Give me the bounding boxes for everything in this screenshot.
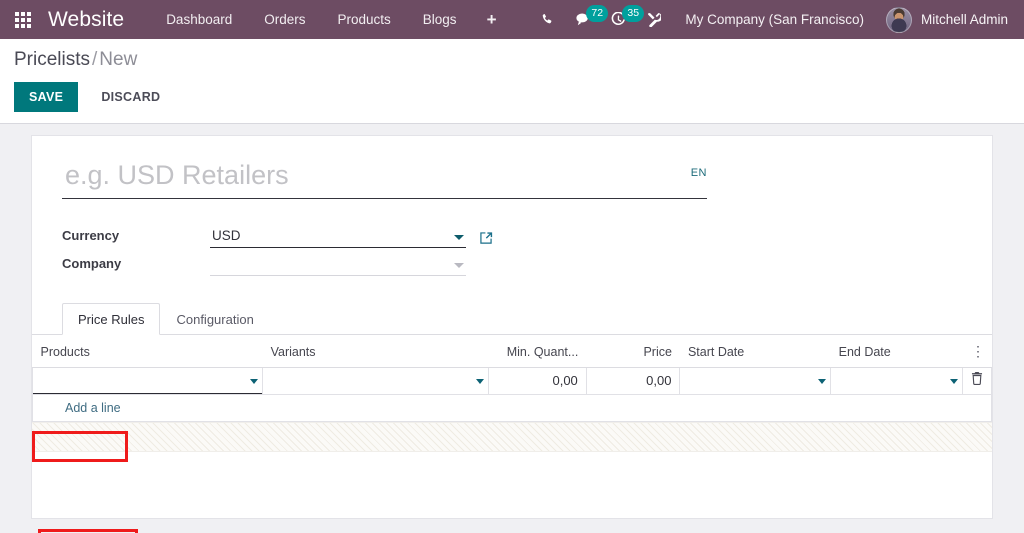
currency-control	[210, 227, 466, 248]
notebook-tabs: Price Rules Configuration	[32, 303, 992, 335]
menu-item-products[interactable]: Products	[322, 0, 407, 39]
activities-button[interactable]: 35	[601, 0, 645, 39]
discard-button[interactable]: DISCARD	[87, 82, 174, 112]
column-header-min-quantity[interactable]: Min. Quant...	[488, 335, 587, 368]
add-a-line-button[interactable]: Add a line	[33, 401, 121, 415]
form-card: EN Currency	[31, 135, 993, 519]
add-line-row: Add a line	[32, 394, 992, 422]
field-group: Currency Company	[62, 220, 962, 276]
field-row-company: Company	[62, 248, 962, 276]
user-name: Mitchell Admin	[920, 12, 1008, 27]
delete-row-button[interactable]	[971, 372, 983, 385]
menu-item-orders[interactable]: Orders	[248, 0, 321, 39]
cell-start-date[interactable]	[679, 367, 832, 395]
phone-button[interactable]	[531, 0, 565, 39]
menu-item-add[interactable]: +	[473, 0, 511, 39]
add-line-cell: Add a line	[32, 394, 992, 422]
cell-delete[interactable]	[962, 367, 992, 395]
currency-input[interactable]	[210, 228, 466, 248]
phone-icon	[543, 13, 552, 23]
field-row-currency: Currency	[62, 220, 962, 248]
title-row: EN	[62, 158, 962, 199]
currency-external-link-button[interactable]	[479, 231, 493, 248]
menu-item-dashboard[interactable]: Dashboard	[150, 0, 248, 39]
empty-rows-placeholder	[32, 422, 992, 452]
page-body: EN Currency	[0, 124, 1024, 533]
column-header-start-date[interactable]: Start Date	[679, 335, 831, 368]
systray: 72 35 My Company (San Francisco) Mitchel…	[531, 0, 1024, 39]
cell-price[interactable]: 0,00	[585, 367, 681, 395]
min-quantity-value[interactable]: 0,00	[489, 368, 586, 394]
company-control	[210, 255, 466, 276]
breadcrumb-separator: /	[92, 49, 98, 70]
menu-item-blogs[interactable]: Blogs	[407, 0, 473, 39]
column-header-variants[interactable]: Variants	[262, 335, 489, 368]
column-header-products[interactable]: Products	[32, 335, 263, 368]
messages-button[interactable]: 72	[565, 0, 609, 39]
price-value[interactable]: 0,00	[587, 368, 680, 394]
developer-tools-icon	[648, 12, 662, 27]
apps-grid-icon	[15, 11, 31, 28]
column-header-end-date[interactable]: End Date	[830, 335, 963, 368]
trash-icon	[972, 372, 983, 385]
column-header-price[interactable]: Price	[586, 335, 680, 368]
company-input[interactable]	[210, 256, 466, 276]
cell-min-quantity[interactable]: 0,00	[488, 367, 587, 395]
price-rules-list: Products Variants Min. Quant... Price St…	[32, 335, 992, 452]
form-sheet: EN Currency	[32, 136, 992, 276]
start-date-input[interactable]	[680, 368, 831, 394]
language-badge[interactable]: EN	[691, 167, 707, 179]
cell-end-date[interactable]	[830, 367, 964, 395]
annotation-box-add-a-line	[38, 529, 138, 533]
breadcrumb: Pricelists / New	[14, 49, 1024, 71]
company-switcher[interactable]: My Company (San Francisco)	[671, 12, 878, 27]
tab-configuration[interactable]: Configuration	[160, 303, 269, 335]
notebook: Price Rules Configuration Products Varia…	[32, 303, 992, 452]
breadcrumb-current: New	[99, 49, 138, 70]
price-rules-table: Products Variants Min. Quant... Price St…	[32, 335, 992, 422]
table-header-row: Products Variants Min. Quant... Price St…	[32, 335, 992, 368]
end-date-control	[831, 368, 963, 394]
currency-label: Currency	[62, 228, 120, 243]
main-menu: Dashboard Orders Products Blogs +	[150, 0, 510, 39]
save-button[interactable]: SAVE	[14, 82, 79, 112]
end-date-input[interactable]	[831, 368, 963, 394]
breadcrumb-pricelists[interactable]: Pricelists	[14, 49, 90, 70]
products-control	[33, 368, 263, 394]
products-input[interactable]	[33, 368, 263, 394]
control-panel: Pricelists / New SAVE DISCARD	[0, 39, 1024, 124]
external-link-icon	[480, 232, 493, 244]
variants-control	[263, 368, 489, 394]
table-row[interactable]: 0,00 0,00	[32, 367, 992, 395]
cell-products[interactable]	[32, 367, 264, 395]
pricelist-name-input[interactable]	[62, 158, 707, 199]
user-menu[interactable]: Mitchell Admin	[878, 6, 1014, 33]
record-actions: SAVE DISCARD	[14, 82, 1024, 112]
tab-price-rules[interactable]: Price Rules	[62, 303, 161, 335]
avatar	[885, 6, 912, 33]
company-label: Company	[62, 256, 122, 271]
optional-columns-button[interactable]: ⋮	[962, 335, 992, 368]
apps-menu-button[interactable]	[0, 0, 46, 39]
vertical-ellipsis-icon: ⋮	[970, 343, 985, 359]
cell-variants[interactable]	[262, 367, 490, 395]
developer-tools-button[interactable]	[636, 0, 671, 39]
brand-website[interactable]: Website	[46, 8, 132, 32]
start-date-control	[680, 368, 831, 394]
variants-input[interactable]	[263, 368, 489, 394]
top-navbar: Website Dashboard Orders Products Blogs …	[0, 0, 1024, 39]
